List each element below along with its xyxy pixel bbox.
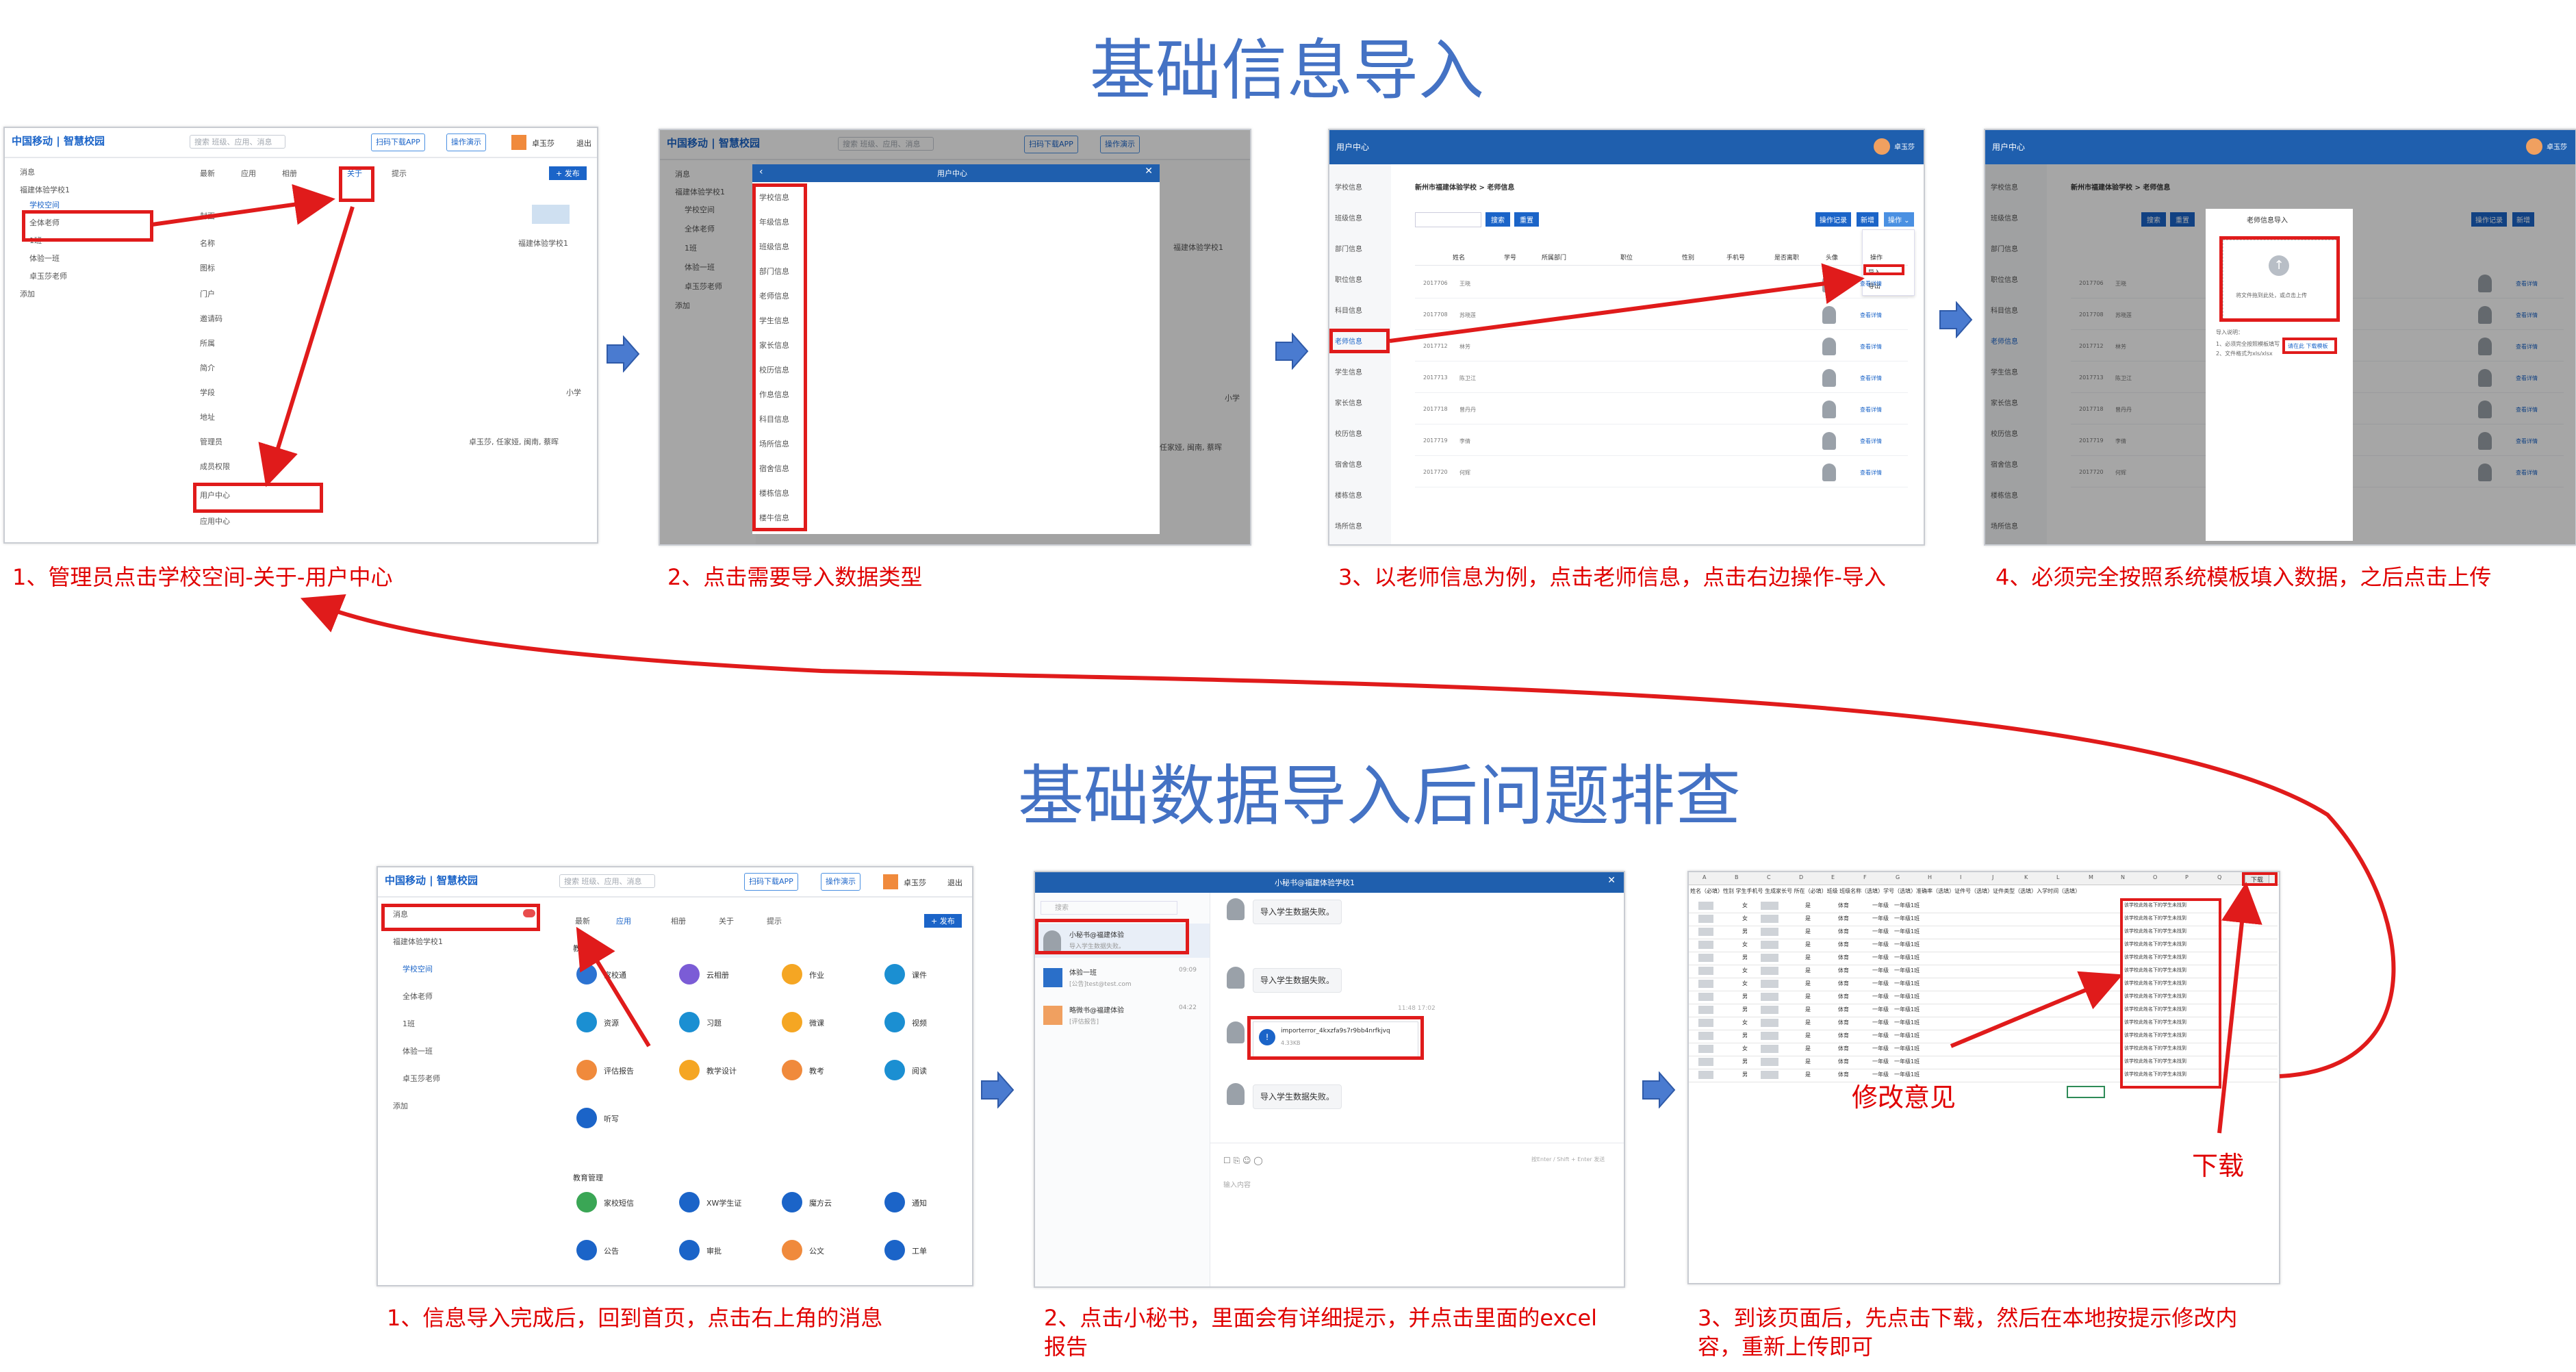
arrow-to-download: [2217, 882, 2262, 1134]
arrow-loop-back: [300, 594, 2396, 1078]
arrow-to-import: [1389, 263, 1865, 343]
arrow-to-errors: [1950, 971, 2124, 1048]
arrow-to-messages: [576, 926, 651, 1047]
arrow-to-user-center: [258, 206, 355, 487]
arrow-to-about-tab: [151, 183, 335, 227]
red-arrows-overlay: [151, 183, 2396, 1134]
